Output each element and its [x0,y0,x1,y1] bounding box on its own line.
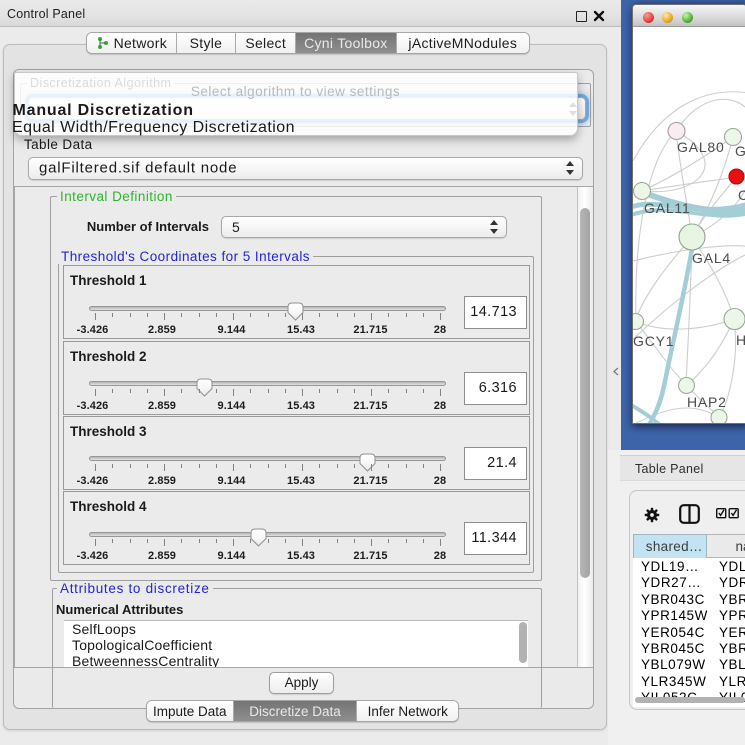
svg-text:GAL11: GAL11 [644,200,691,216]
svg-text:H: H [736,332,745,348]
svg-text:GCY1: GCY1 [633,333,674,349]
svg-text:HAP2: HAP2 [687,394,727,410]
svg-text:C: C [738,187,745,203]
svg-text:GA: GA [735,143,745,159]
svg-text:GAL4: GAL4 [692,250,731,266]
svg-text:GAL80: GAL80 [677,139,725,155]
